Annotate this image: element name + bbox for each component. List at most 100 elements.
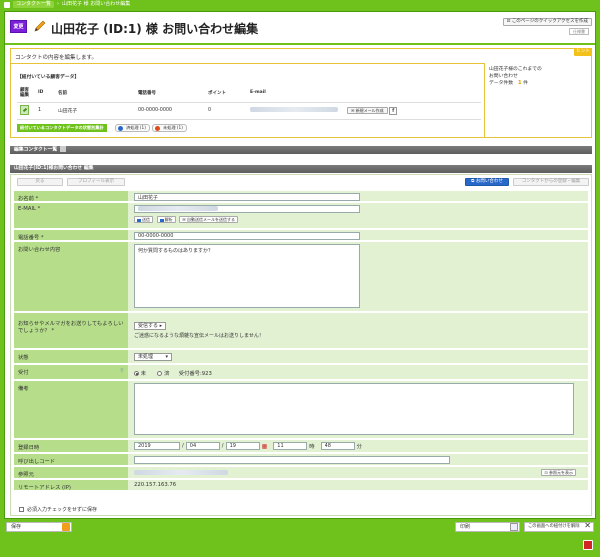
linked-customers-label: 【紐付いている顧客データ】	[17, 75, 80, 80]
cell-id: 1	[35, 102, 55, 120]
reception-radio-pending[interactable]	[134, 371, 139, 376]
email-label: E-MAIL *	[14, 203, 128, 228]
register-button[interactable]: コンタクトからの登録・編集	[513, 178, 589, 186]
phone-input[interactable]	[134, 232, 360, 240]
newsletter-label: お知らせやメルマガをお送りしてもよろしいでしょうか？ *	[14, 313, 128, 348]
save-button[interactable]: 保存	[6, 522, 72, 532]
reception-radio-done[interactable]	[157, 371, 163, 376]
row-email: E-MAIL * 送信 解析 ✉ 自動送信メールを送信する	[14, 203, 588, 229]
profile-button[interactable]: プロフィール表示	[67, 178, 125, 186]
col-name: 名前	[55, 84, 135, 103]
email-redacted	[250, 107, 338, 112]
change-badge: 変更	[10, 20, 27, 33]
contact-list-bar[interactable]: 編集コンタクト一覧	[10, 146, 592, 154]
home-icon[interactable]	[4, 1, 10, 8]
year-input[interactable]	[134, 442, 180, 450]
inquiry-history-info: 山田花子様のこれまでの お問い合わせ データ件数 1 件	[489, 67, 542, 86]
row-reception: 受付 ⚲ 未 済 受付番号:923	[14, 365, 588, 380]
col-edit: 顧客 編集	[17, 84, 35, 103]
cell-name: 山田花子	[55, 102, 135, 120]
newsletter-note: ご迷惑になるような煩雑な宣伝メールはお送りしません！	[134, 333, 264, 339]
hint-tag[interactable]: ヒント	[574, 48, 592, 56]
calendar-icon[interactable]: ▦	[262, 443, 268, 450]
header-rule	[5, 43, 595, 45]
row-phone: 電話番号 *	[14, 230, 588, 241]
col-phone: 電話番号	[135, 84, 205, 103]
inquiry-label: お問い合わせ内容	[14, 242, 128, 311]
name-input[interactable]	[134, 193, 360, 201]
done-count-chip[interactable]: 済処理 (1)	[115, 124, 150, 132]
row-inquiry: お問い合わせ内容 何か質問するものはありますか？	[14, 242, 588, 312]
remarks-label: 備考	[14, 381, 128, 438]
hint-divider	[11, 63, 484, 64]
breadcrumb-item-contacts[interactable]: コンタクト一覧	[13, 1, 55, 8]
callcode-label: 呼び出しコード	[14, 454, 128, 465]
page-title: 山田花子 (ID:1) 様 お問い合わせ編集	[51, 22, 259, 36]
back-button[interactable]: 戻る	[17, 178, 63, 186]
month-input[interactable]	[185, 442, 220, 450]
skip-check-option[interactable]: 必須入力チェックをせずに保存	[19, 506, 97, 513]
email-input[interactable]	[134, 205, 360, 213]
hint-text: コンタクトの内容を編集します。	[15, 55, 97, 61]
referrer-redacted	[134, 470, 228, 475]
hour-input[interactable]	[273, 442, 308, 450]
facebook-icon[interactable]: f	[389, 106, 398, 115]
skip-check-checkbox[interactable]	[19, 507, 24, 512]
reception-label: 受付 ⚲	[14, 365, 128, 379]
col-id: ID	[35, 84, 55, 103]
print-button[interactable]: 印刷	[455, 522, 520, 532]
main-window: 変更 山田花子 (ID:1) 様 お問い合わせ編集 ⊡ このページのクイックアク…	[4, 11, 596, 519]
todo-count-chip[interactable]: 未処理 (1)	[152, 124, 187, 132]
row-callcode: 呼び出しコード	[14, 454, 588, 466]
new-mail-button[interactable]: ✉ 新規メール作成	[347, 107, 388, 114]
row-name: お名前 *	[14, 191, 588, 202]
status-label: 状態	[14, 350, 128, 363]
todo-icon	[155, 126, 160, 131]
newsletter-select[interactable]: 受信する ▸	[134, 322, 167, 330]
info-icon: ⚲	[120, 368, 124, 374]
row-remarks: 備考	[14, 381, 588, 439]
row-referrer: 参照元 ⊡ 参照元を表示	[14, 467, 588, 479]
trash-icon[interactable]	[583, 540, 593, 550]
phone-label: 電話番号 *	[14, 230, 128, 241]
row-status: 状態 未処理 ▾	[14, 350, 588, 364]
remote-label: リモートアドレス (IP)	[14, 480, 128, 491]
email-send-button[interactable]: 送信	[134, 216, 153, 223]
remarks-textarea[interactable]	[134, 383, 574, 435]
table-row: 1 山田花子 00-0000-0000 0 ✉ 新規メール作成 f	[17, 102, 481, 120]
referrer-label: 参照元	[14, 467, 128, 478]
auto-mail-button[interactable]: ✉ 自動送信メールを送信する	[179, 216, 238, 223]
linked-customers-table: 顧客 編集 ID 名前 電話番号 ポイント E-mail 1 山田花子 00-0…	[17, 84, 481, 120]
edit-form-bar: 山田花子(ID:1)様お問い合わせ 編集	[10, 165, 592, 173]
day-input[interactable]	[225, 442, 260, 450]
inquiry-textarea[interactable]: 何か質問するものはありますか？	[134, 244, 360, 308]
cell-points: 0	[205, 102, 247, 120]
unlink-button[interactable]: この画面への紐付けを解除 ✕	[524, 522, 594, 532]
spec-button[interactable]: 仕様書	[569, 28, 589, 35]
contact-summary-box: コンタクトの内容を編集します。 ヒント 【紐付いている顧客データ】 顧客 編集 …	[10, 48, 592, 138]
datetime-label: 登録日時	[14, 440, 128, 452]
inquiry-button[interactable]: ⧉ お問い合わせ	[465, 178, 509, 186]
summary-divider	[484, 63, 485, 137]
done-icon	[118, 126, 123, 131]
form-toolbar: 戻る プロフィール表示 ⧉ お問い合わせ コンタクトからの登録・編集	[11, 175, 591, 189]
status-select[interactable]: 未処理 ▾	[134, 353, 172, 361]
referrer-button[interactable]: ⊡ 参照元を表示	[541, 469, 576, 476]
email-analyze-button[interactable]: 解析	[156, 216, 176, 223]
edit-customer-icon[interactable]	[20, 104, 29, 115]
reception-number: 受付番号:923	[178, 371, 212, 377]
inquiry-count: 1	[517, 80, 522, 86]
remote-value: 220.157.163.76	[128, 480, 588, 490]
callcode-input[interactable]	[134, 456, 450, 464]
col-points: ポイント	[205, 84, 247, 103]
status-summary-strip: 紐付いているコンタクトデータの状態別集計	[17, 124, 107, 132]
row-remote: リモートアドレス (IP) 220.157.163.76	[14, 480, 588, 491]
row-newsletter: お知らせやメルマガをお送りしてもよろしいでしょうか？ * 受信する ▸ ご迷惑に…	[14, 313, 588, 349]
toggle-icon[interactable]	[60, 146, 67, 152]
quick-access-button[interactable]: ⊡ このページのクイックアクセスを作成	[502, 18, 592, 26]
lock-icon	[62, 523, 70, 531]
cell-phone: 00-0000-0000	[135, 102, 205, 120]
minute-input[interactable]	[320, 442, 355, 450]
breadcrumb: コンタクト一覧 › 山田花子 様 お問い合わせ編集	[0, 0, 600, 9]
edit-form: 戻る プロフィール表示 ⧉ お問い合わせ コンタクトからの登録・編集 お名前 *…	[10, 174, 592, 516]
